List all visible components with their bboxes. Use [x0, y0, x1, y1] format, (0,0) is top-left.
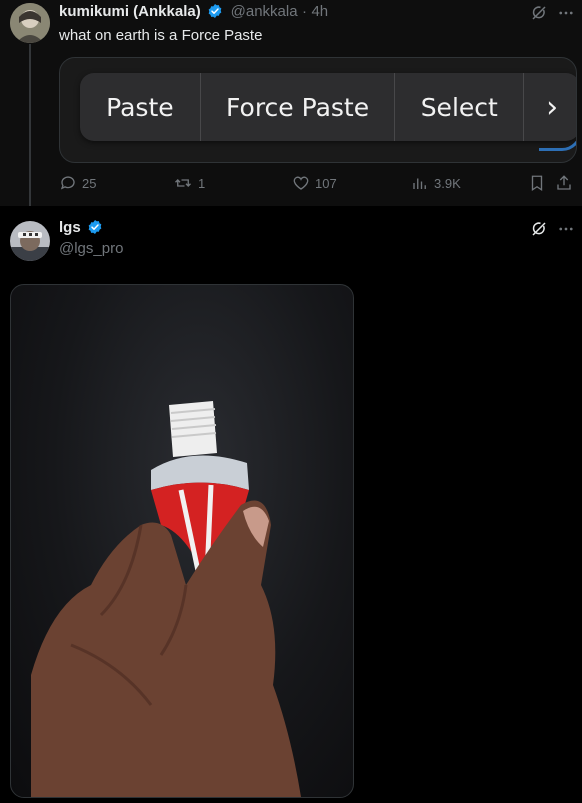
- toothpaste-hand-illustration: [31, 401, 301, 797]
- grok-icon[interactable]: [530, 4, 548, 27]
- avatar[interactable]: [10, 3, 50, 43]
- post-text: what on earth is a Force Paste: [59, 27, 263, 44]
- bookmark-button[interactable]: [528, 174, 546, 192]
- action-bar: 25 1 107 3.9K: [59, 174, 579, 194]
- grok-icon[interactable]: [530, 220, 548, 243]
- app-edge-decoration: [539, 118, 576, 151]
- verified-badge-icon: [207, 3, 223, 24]
- author-name[interactable]: lgs: [59, 219, 81, 236]
- post-header: kumikumi (Ankkala) @ankkala · 4h: [59, 3, 328, 24]
- menu-item-paste[interactable]: Paste: [80, 73, 201, 141]
- repost-icon: [175, 179, 191, 187]
- views-button[interactable]: 3.9K: [411, 174, 461, 192]
- more-options-icon[interactable]: [557, 220, 575, 238]
- verified-badge-icon: [87, 219, 103, 240]
- heart-icon: [293, 176, 309, 190]
- avatar[interactable]: [10, 221, 50, 261]
- embedded-media[interactable]: Paste Force Paste Select ›: [59, 57, 577, 163]
- reply-count: 25: [82, 175, 97, 191]
- author-handle[interactable]: @lgs_pro: [59, 240, 123, 257]
- post-time[interactable]: 4h: [311, 3, 328, 20]
- bookmark-icon: [531, 175, 543, 192]
- post-image[interactable]: [10, 284, 354, 798]
- like-count: 107: [315, 175, 337, 191]
- reply-icon: [60, 176, 75, 190]
- views-icon: [413, 178, 426, 189]
- separator: ·: [302, 3, 308, 20]
- reply-button[interactable]: 25: [59, 174, 96, 192]
- like-button[interactable]: 107: [292, 174, 337, 192]
- repost-button[interactable]: 1: [173, 174, 205, 192]
- repost-count: 1: [198, 175, 206, 191]
- quoted-post: kumikumi (Ankkala) @ankkala · 4h what on…: [0, 0, 582, 209]
- menu-item-force-paste[interactable]: Force Paste: [201, 73, 396, 141]
- share-icon: [557, 175, 571, 190]
- more-options-icon[interactable]: [557, 4, 575, 22]
- thread-line: [29, 44, 31, 209]
- menu-item-select[interactable]: Select: [395, 73, 525, 141]
- context-menu: Paste Force Paste Select ›: [80, 73, 576, 141]
- author-name[interactable]: kumikumi (Ankkala): [59, 3, 201, 20]
- share-button[interactable]: [555, 174, 573, 192]
- post-header: lgs: [59, 219, 106, 240]
- view-count: 3.9K: [434, 175, 461, 191]
- author-handle[interactable]: @ankkala: [231, 3, 298, 20]
